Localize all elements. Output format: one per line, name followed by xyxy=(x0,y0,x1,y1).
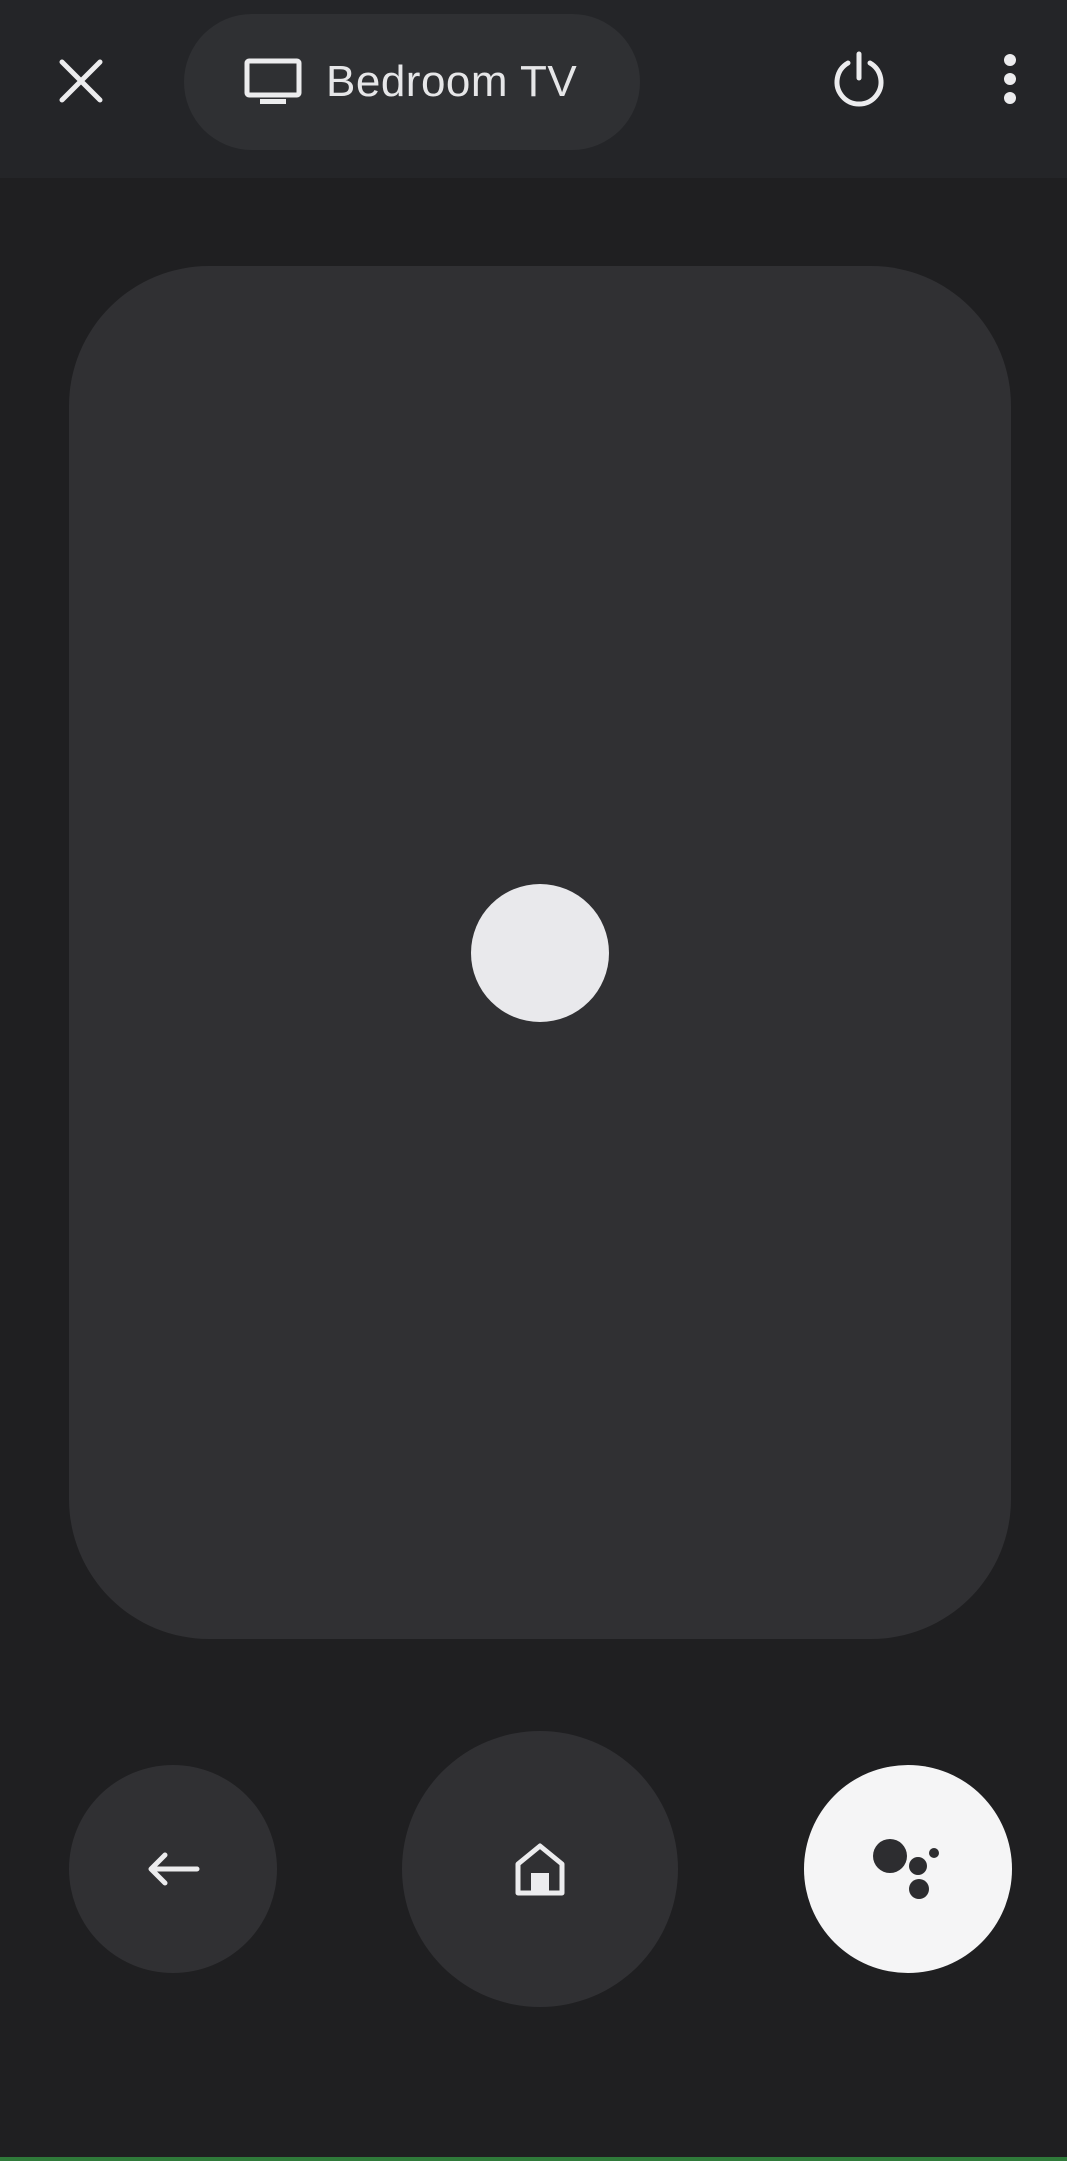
more-vert-icon xyxy=(1004,54,1016,104)
home-icon xyxy=(515,1843,565,1896)
power-icon xyxy=(834,51,884,107)
screen-edge xyxy=(0,2157,1067,2161)
power-button[interactable] xyxy=(818,38,900,120)
home-button[interactable] xyxy=(402,1731,678,2007)
device-name: Bedroom TV xyxy=(326,57,578,106)
back-arrow-icon xyxy=(148,1852,200,1886)
more-options-button[interactable] xyxy=(988,38,1032,120)
back-button[interactable] xyxy=(69,1765,277,1973)
touchpad[interactable] xyxy=(69,266,1011,1639)
google-assistant-icon xyxy=(873,1839,939,1899)
assistant-button[interactable] xyxy=(804,1765,1012,1973)
close-icon xyxy=(59,59,103,103)
tv-icon xyxy=(244,58,302,106)
touch-indicator xyxy=(471,884,609,1022)
close-button[interactable] xyxy=(40,40,122,122)
device-selector[interactable]: Bedroom TV xyxy=(184,14,640,150)
top-app-bar: Bedroom TV xyxy=(0,0,1067,178)
